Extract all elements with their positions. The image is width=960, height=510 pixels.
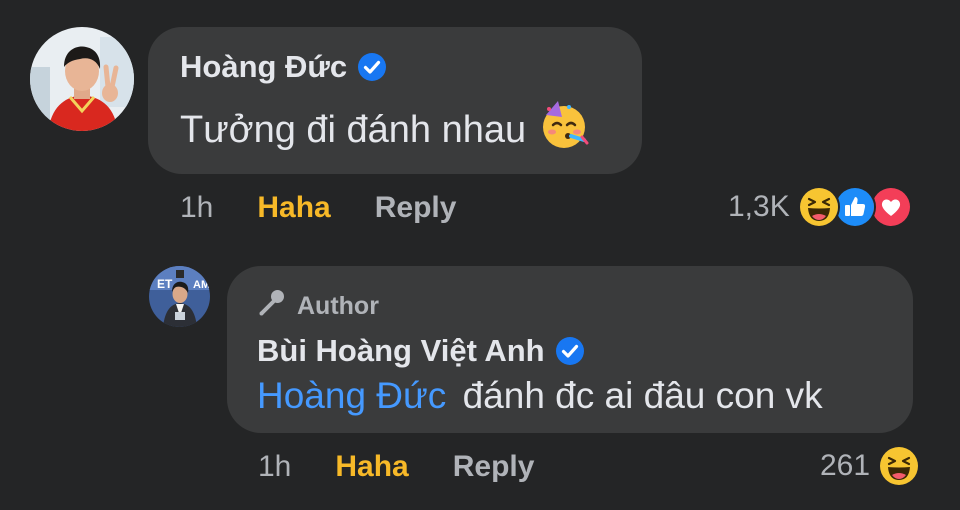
comment-timestamp[interactable]: 1h [180,191,213,225]
reply-reaction-count: 261 [820,449,871,482]
comment-author-name[interactable]: Hoàng Đức [180,49,347,85]
reply-author-name[interactable]: Bùi Hoàng Việt Anh [257,333,545,369]
microphone-icon [257,288,287,325]
reply-text: đánh đc ai đâu con vk [462,375,823,416]
haha-icon [797,186,840,228]
author-badge-label: Author [297,292,379,320]
reply-bubble: Author Bùi Hoàng Việt Anh Hoàng Đức đánh… [227,266,913,433]
verified-badge-icon [357,52,387,82]
comment-reaction-count: 1,3K [728,190,790,223]
comment-bubble: Hoàng Đức Tưởng đi đánh nhau [148,27,642,174]
reply-actions: 1h Haha Reply [258,450,534,484]
replier-avatar[interactable]: ET AM [149,266,210,327]
haha-icon [878,445,921,487]
mention-link[interactable]: Hoàng Đức [257,375,446,416]
love-icon [869,186,912,228]
partying-face-icon [538,99,590,161]
like-icon [833,186,876,228]
comment-reaction-button[interactable]: Haha [257,191,330,225]
verified-badge-icon [555,336,585,366]
svg-text:AM: AM [193,279,210,291]
comment-reply-button[interactable]: Reply [375,191,457,225]
comment-reactions[interactable]: 1,3K [728,186,912,228]
author-badge: Author [257,288,883,325]
comment-text: Tưởng đi đánh nhau [180,108,527,151]
reply-timestamp[interactable]: 1h [258,450,291,484]
reply-reactions[interactable]: 261 [820,445,921,487]
reply-reply-button[interactable]: Reply [453,450,535,484]
svg-text:ET: ET [157,277,173,291]
reply-reaction-button[interactable]: Haha [335,450,408,484]
commenter-avatar[interactable] [30,27,134,131]
comment-actions: 1h Haha Reply [180,191,456,225]
